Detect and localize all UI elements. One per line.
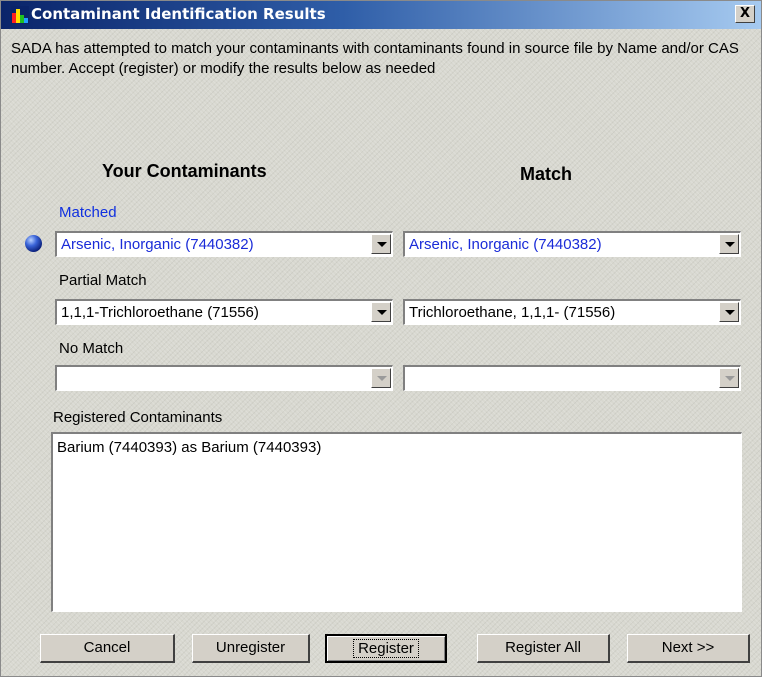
register-all-button[interactable]: Register All — [477, 634, 610, 663]
matched-your-contaminant-value: Arsenic, Inorganic (7440382) — [61, 236, 254, 253]
unregister-button[interactable]: Unregister — [192, 634, 310, 663]
next-button[interactable]: Next >> — [627, 634, 750, 663]
register-button[interactable]: Register — [325, 634, 447, 663]
unregister-button-label: Unregister — [215, 639, 286, 656]
close-button[interactable]: X — [735, 5, 755, 23]
no-match-label: No Match — [59, 340, 124, 357]
register-button-label: Register — [353, 639, 419, 658]
register-all-button-label: Register All — [505, 639, 581, 656]
partial-your-contaminant-select[interactable]: 1,1,1-Trichloroethane (71556) — [55, 299, 393, 325]
chevron-down-icon[interactable] — [719, 368, 739, 388]
title-bar[interactable]: Contaminant Identification Results X — [1, 1, 761, 29]
blue-ball-icon — [25, 235, 42, 252]
matched-label: Matched — [59, 204, 117, 221]
intro-text: SADA has attempted to match your contami… — [11, 40, 739, 77]
partial-your-contaminant-value: 1,1,1-Trichloroethane (71556) — [61, 304, 259, 321]
chevron-down-icon[interactable] — [371, 234, 391, 254]
bar-chart-icon — [11, 6, 29, 24]
chevron-down-icon[interactable] — [719, 234, 739, 254]
list-item[interactable]: Barium (7440393) as Barium (7440393) — [57, 439, 321, 456]
cancel-button-label: Cancel — [83, 639, 131, 656]
cancel-button[interactable]: Cancel — [40, 634, 175, 663]
partial-match-select[interactable]: Trichloroethane, 1,1,1- (71556) — [403, 299, 741, 325]
next-button-label: Next >> — [661, 639, 715, 656]
matched-match-value: Arsenic, Inorganic (7440382) — [409, 236, 602, 253]
partial-match-value: Trichloroethane, 1,1,1- (71556) — [409, 304, 616, 321]
close-icon: X — [739, 6, 751, 21]
no-match-your-contaminant-select[interactable] — [55, 365, 393, 391]
no-match-match-select[interactable] — [403, 365, 741, 391]
match-header: Match — [520, 164, 573, 184]
matched-your-contaminant-select[interactable]: Arsenic, Inorganic (7440382) — [55, 231, 393, 257]
chevron-down-icon[interactable] — [371, 368, 391, 388]
window-title: Contaminant Identification Results — [31, 5, 326, 23]
partial-match-label: Partial Match — [59, 272, 147, 289]
your-contaminants-header: Your Contaminants — [102, 161, 267, 181]
chevron-down-icon[interactable] — [719, 302, 739, 322]
matched-match-select[interactable]: Arsenic, Inorganic (7440382) — [403, 231, 741, 257]
contaminant-dialog: Contaminant Identification Results X SAD… — [0, 0, 762, 677]
chevron-down-icon[interactable] — [371, 302, 391, 322]
registered-contaminants-label: Registered Contaminants — [53, 409, 223, 426]
registered-contaminants-list[interactable]: Barium (7440393) as Barium (7440393) — [51, 432, 742, 612]
